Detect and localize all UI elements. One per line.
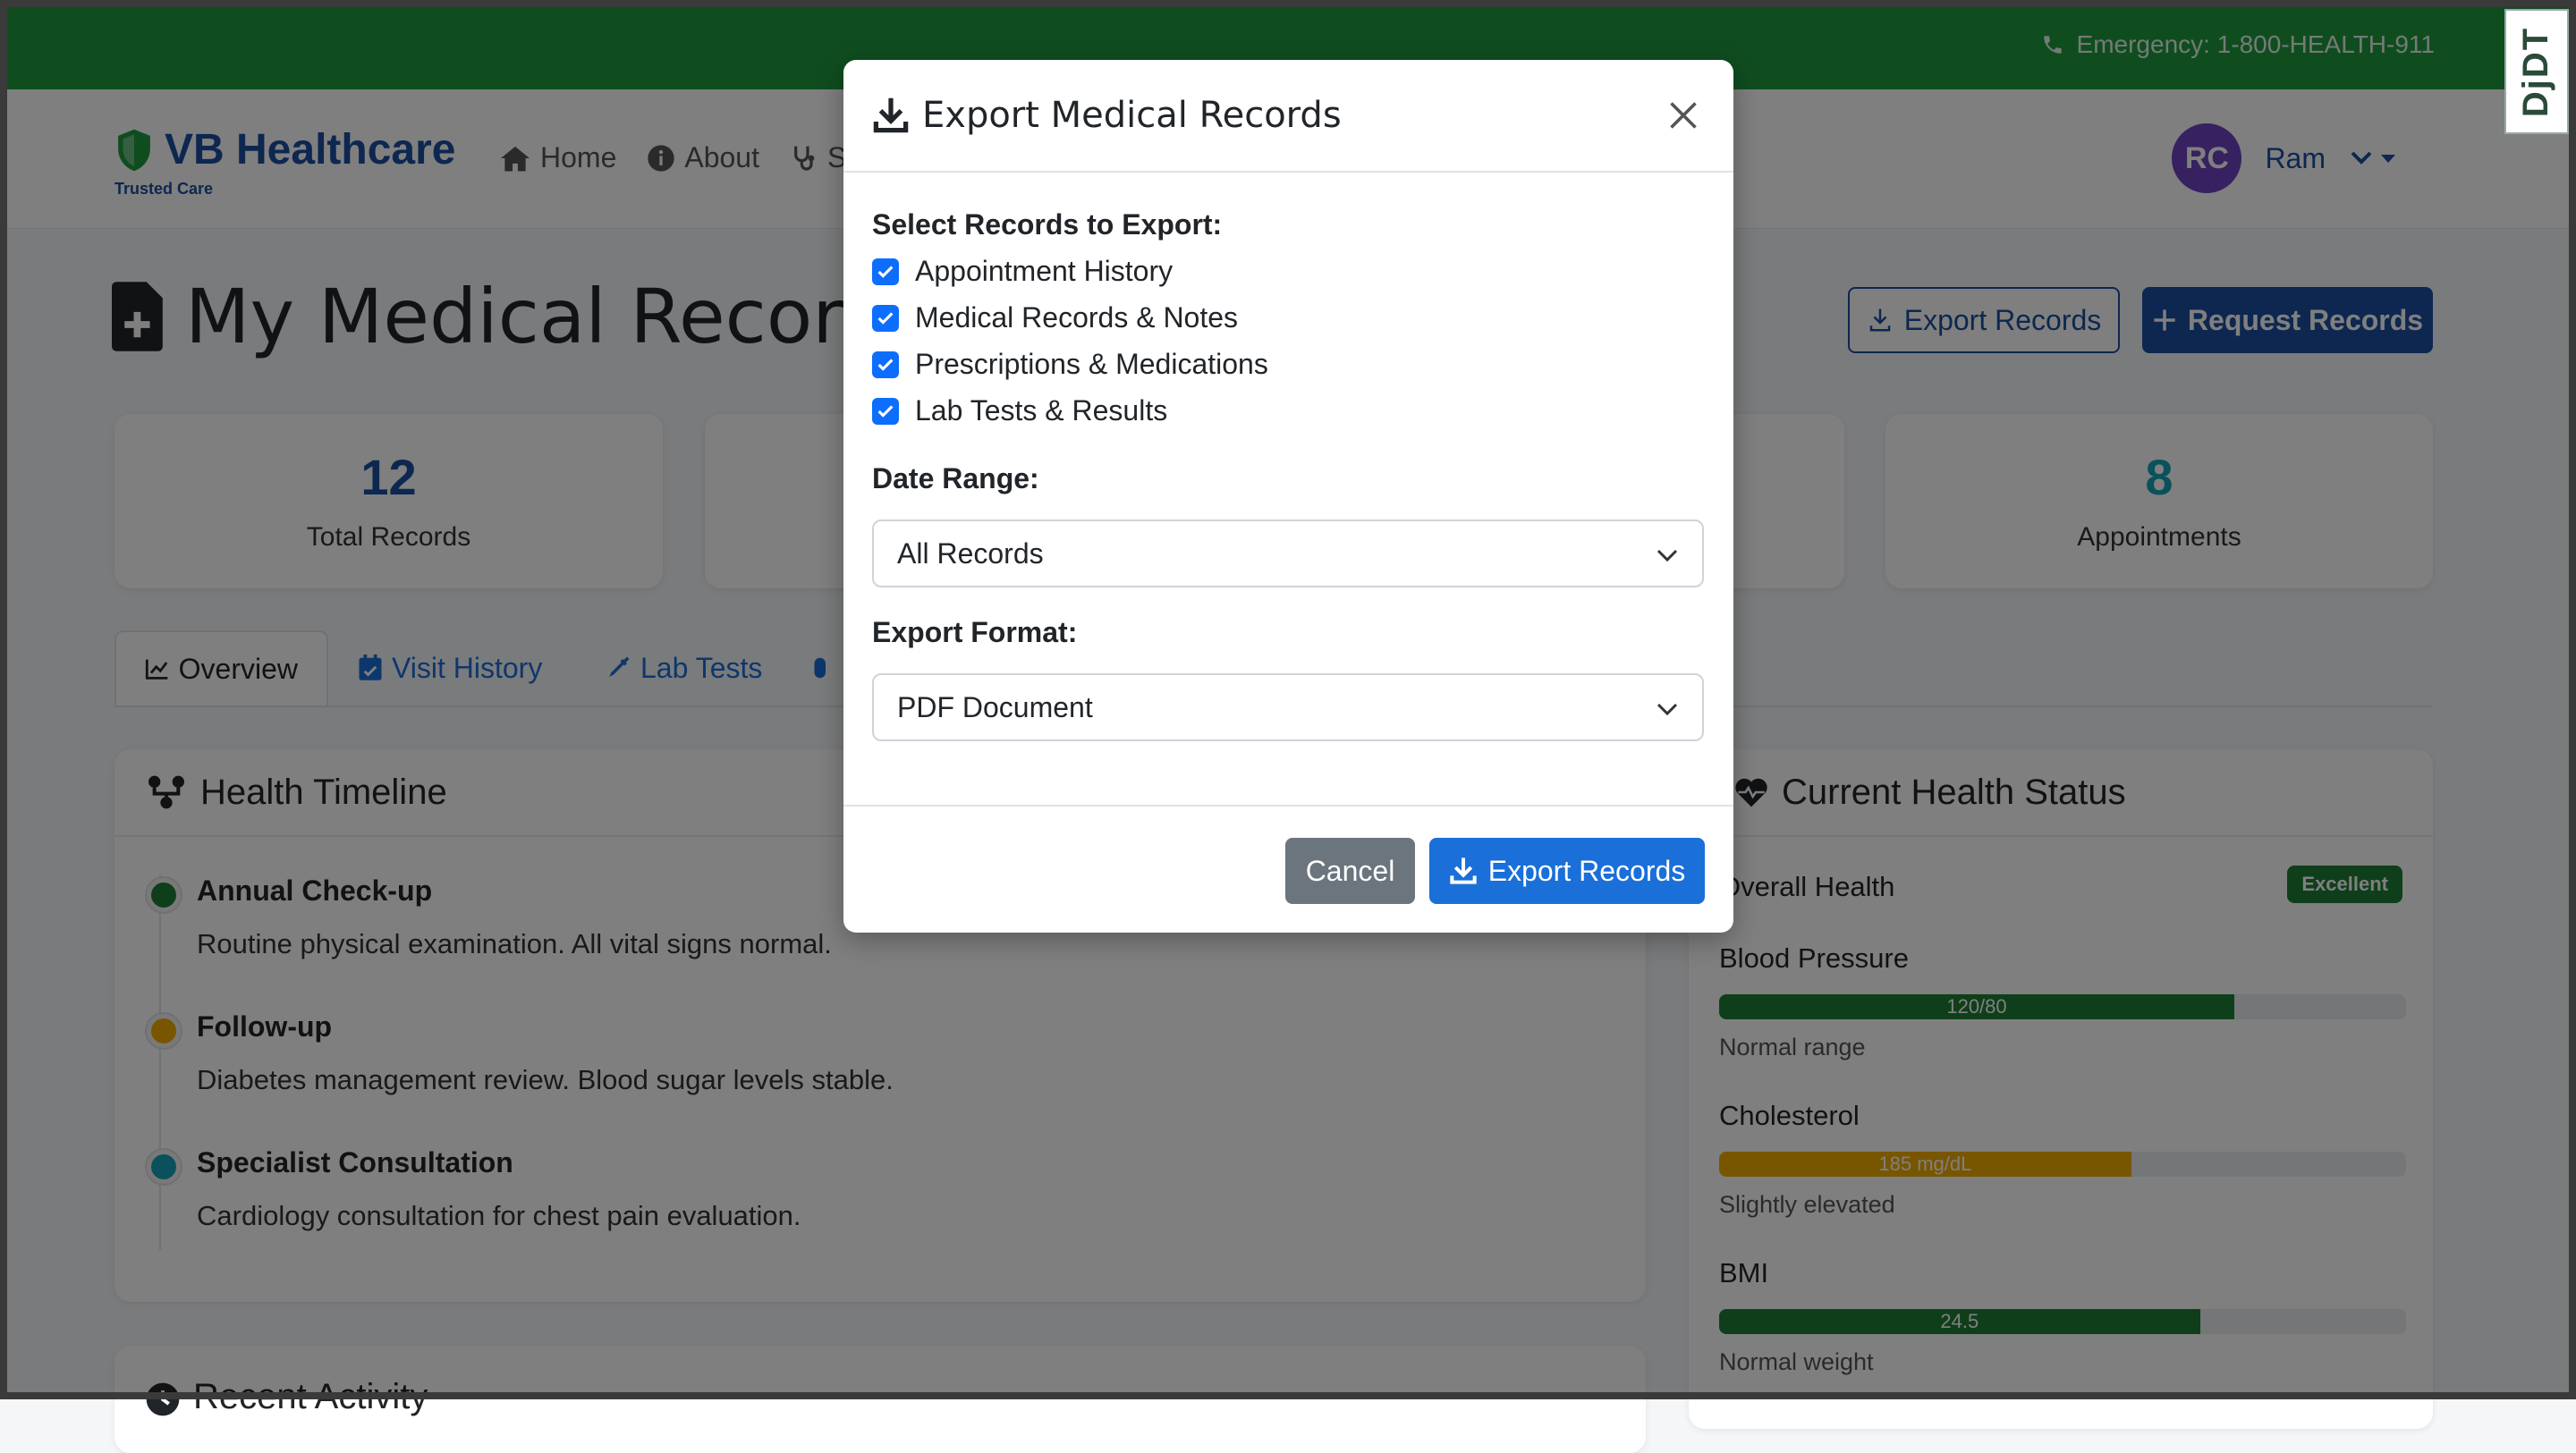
export-format-label: Export Format: <box>872 616 1078 648</box>
chevron-down-icon <box>1657 703 1678 716</box>
modal-title: Export Medical Records <box>922 95 1342 136</box>
check-icon <box>877 265 894 278</box>
option-prescriptions-medications[interactable]: Prescriptions & Medications <box>872 348 1268 381</box>
select-records-label: Select Records to Export: <box>872 208 1223 241</box>
chevron-down-icon <box>1657 549 1678 562</box>
debug-toolbar-handle[interactable]: DjDT <box>2504 9 2569 134</box>
checkbox-checked[interactable] <box>872 397 899 425</box>
check-icon <box>877 404 894 418</box>
checkbox-checked[interactable] <box>872 351 899 378</box>
option-lab-tests-results[interactable]: Lab Tests & Results <box>872 394 1167 427</box>
checkbox-checked[interactable] <box>872 258 899 285</box>
export-modal: Export Medical Records Select Records to… <box>843 60 1733 933</box>
modal-footer: Cancel Export Records <box>843 805 1733 934</box>
date-range-label: Date Range: <box>872 462 1039 494</box>
check-icon <box>877 358 894 371</box>
date-range-select[interactable]: All Records <box>872 520 1704 587</box>
option-medical-records-notes[interactable]: Medical Records & Notes <box>872 301 1238 334</box>
export-format-select[interactable]: PDF Document <box>872 673 1704 741</box>
export-records-submit-button[interactable]: Export Records <box>1429 838 1705 904</box>
option-appointment-history[interactable]: Appointment History <box>872 255 1173 288</box>
checkbox-checked[interactable] <box>872 304 899 332</box>
close-icon <box>1670 102 1697 129</box>
download-icon <box>1450 857 1477 884</box>
modal-header: Export Medical Records <box>843 60 1733 173</box>
cancel-button[interactable]: Cancel <box>1285 838 1415 904</box>
close-button[interactable] <box>1658 90 1708 140</box>
check-icon <box>877 311 894 325</box>
download-icon <box>873 97 909 133</box>
